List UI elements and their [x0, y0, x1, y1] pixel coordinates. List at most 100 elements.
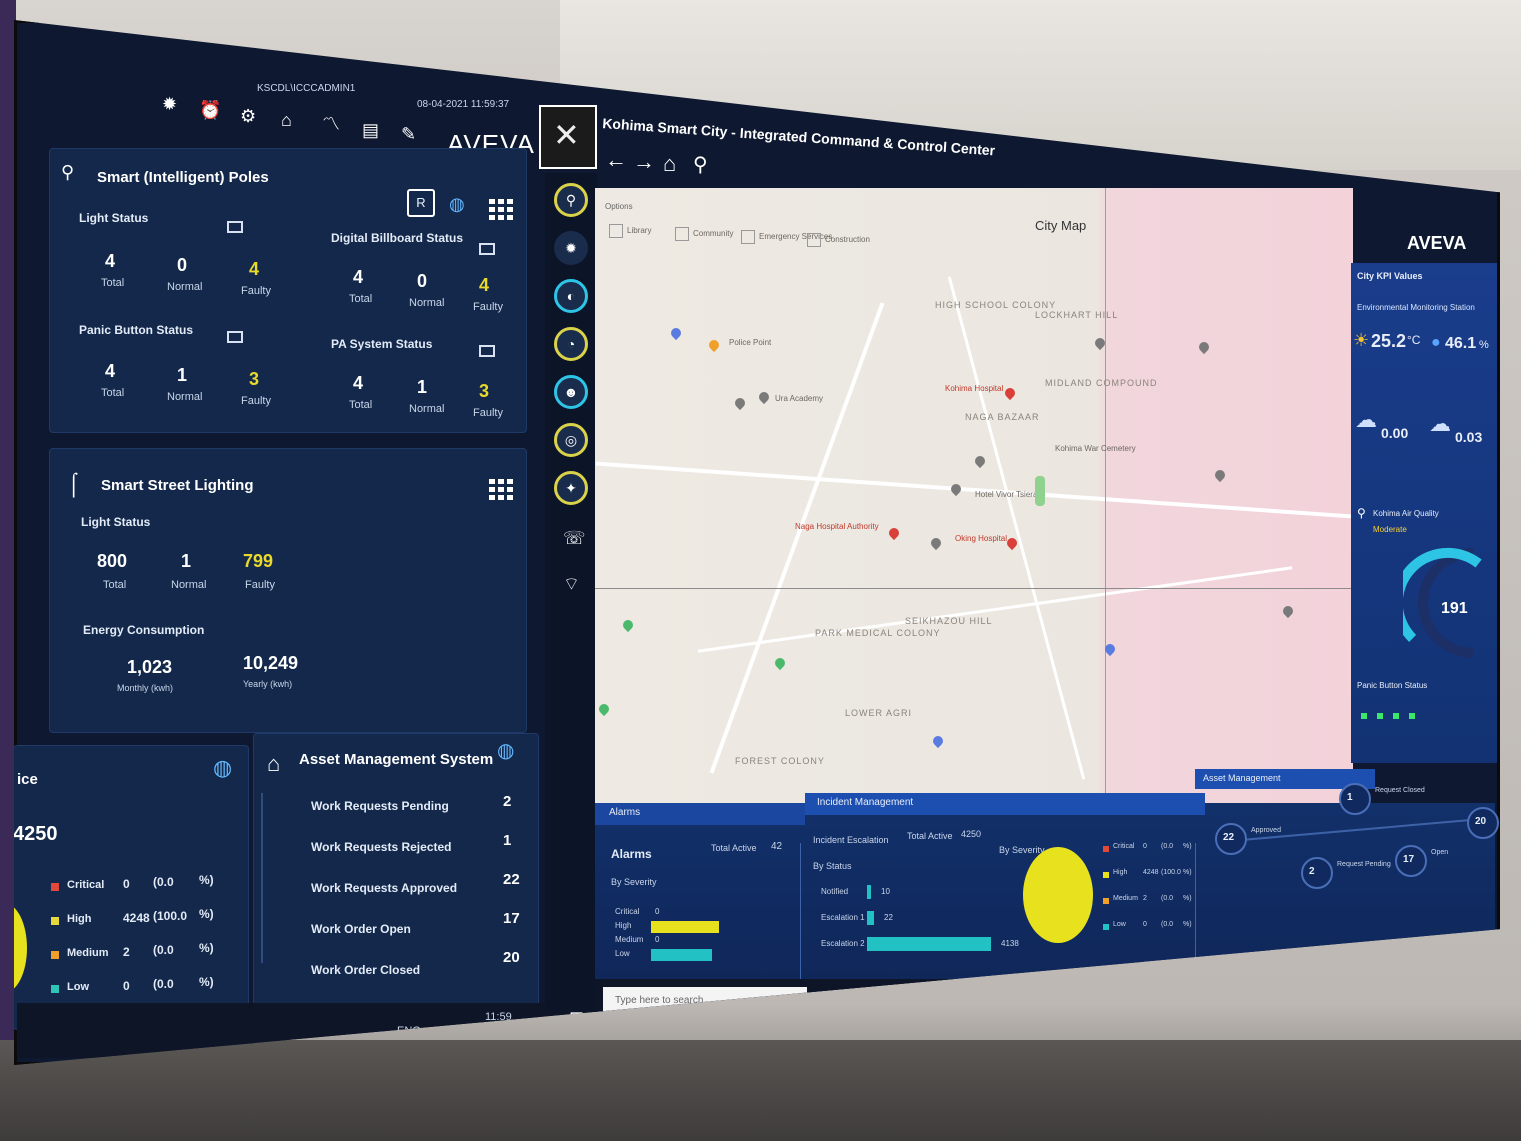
alarm-bar: [651, 921, 719, 933]
forward-icon[interactable]: →: [633, 151, 655, 173]
filter-checkbox[interactable]: [807, 233, 821, 247]
location-icon: ⚲: [1357, 506, 1366, 520]
table-icon[interactable]: [479, 345, 495, 357]
mail-icon[interactable]: ✉: [955, 989, 968, 1005]
map-pin[interactable]: [886, 525, 902, 541]
wind-icon: ☁: [1429, 411, 1451, 436]
map-pin[interactable]: [732, 395, 748, 411]
legend-unit: %): [199, 975, 214, 989]
nav-waste-button[interactable]: ◔: [554, 327, 588, 361]
home-icon[interactable]: ⌂: [663, 153, 676, 175]
nav-poles-button[interactable]: ⚲: [554, 183, 588, 217]
panic-indicators: [1361, 713, 1421, 719]
wifi-icon[interactable]: ⌔: [563, 575, 580, 593]
location-icon[interactable]: ⚲: [693, 155, 708, 175]
nav-lighting-button[interactable]: ✹: [554, 231, 588, 265]
panic-total: 4: [105, 361, 116, 381]
flow-node[interactable]: [1339, 783, 1371, 815]
filter-label[interactable]: Construction: [825, 235, 870, 244]
filter-label[interactable]: Emergency Services: [759, 232, 832, 241]
table-icon[interactable]: [479, 243, 495, 255]
map-pin[interactable]: [756, 389, 772, 405]
settings-icon[interactable]: ⚙: [240, 107, 256, 125]
map-pin[interactable]: [1196, 339, 1212, 355]
alarm-icon[interactable]: ⏰: [199, 101, 221, 119]
filter-label[interactable]: Library: [627, 226, 651, 235]
legend-value: 2: [1143, 895, 1147, 902]
map-pin[interactable]: [620, 617, 636, 633]
app-icon[interactable]: ▤: [981, 987, 996, 1003]
street-faulty: 799: [243, 551, 274, 571]
windows-icon[interactable]: ▦: [851, 993, 864, 1007]
edge-icon[interactable]: ◉: [877, 991, 891, 1007]
map-pin[interactable]: [1280, 603, 1296, 619]
app-icon[interactable]: ▥: [1005, 983, 1022, 1001]
notification-icon[interactable]: ▭: [527, 1013, 540, 1027]
alarm-row-label: Low: [615, 949, 630, 958]
legend-unit: %): [199, 941, 214, 955]
status-row-label: Escalation 1: [821, 913, 865, 922]
folder-icon[interactable]: ▬: [903, 991, 919, 1007]
report-icon[interactable]: ▤: [362, 121, 379, 139]
map-pin[interactable]: [706, 337, 722, 353]
filter-checkbox[interactable]: [675, 227, 689, 241]
map-pin[interactable]: [596, 701, 612, 717]
flow-node[interactable]: [1301, 857, 1333, 889]
map-pin[interactable]: [772, 655, 788, 671]
grid-menu-icon[interactable]: [489, 479, 513, 501]
grid-menu-icon[interactable]: [489, 199, 513, 221]
city-map[interactable]: City Map Options Library Community Emergen…: [595, 188, 1353, 808]
alarms-total-label: Total Active: [711, 843, 757, 853]
divider: [800, 843, 801, 993]
map-pin[interactable]: [1002, 385, 1018, 401]
filter-checkbox[interactable]: [609, 224, 623, 238]
asset-icon[interactable]: ⌂: [281, 111, 292, 129]
alarms-by-severity: By Severity: [611, 877, 657, 887]
cloud-icon: ☁: [1355, 407, 1377, 432]
map-area-label: MIDLAND COMPOUND: [1045, 378, 1158, 388]
edit-icon[interactable]: ✎: [401, 125, 416, 143]
light-icon[interactable]: ✹: [162, 95, 177, 113]
map-pin[interactable]: [948, 481, 964, 497]
flow-node-value: 1: [1347, 792, 1353, 803]
park-area: [1035, 476, 1045, 506]
rain-value: 0.00: [1381, 425, 1409, 441]
legend-value: 0: [1143, 921, 1147, 928]
normal-label: Normal: [409, 297, 445, 309]
phone-icon[interactable]: ☏: [563, 529, 586, 547]
back-icon[interactable]: ←: [605, 149, 627, 171]
table-icon[interactable]: [227, 331, 243, 343]
legend-label: High: [67, 913, 92, 925]
status-row-label: Notified: [821, 887, 849, 896]
trend-icon[interactable]: 〽: [322, 115, 340, 133]
map-place-label: Ura Academy: [775, 394, 824, 403]
start-icon[interactable]: ⊞: [569, 1009, 584, 1027]
globe-icon[interactable]: ◍: [449, 195, 465, 213]
map-pin[interactable]: [668, 325, 684, 341]
task-view-icon[interactable]: ◯: [823, 993, 839, 1007]
nav-traffic-button[interactable]: ✦: [554, 471, 588, 505]
nav-water-button[interactable]: ◐: [554, 279, 588, 313]
map-pin[interactable]: [1212, 467, 1228, 483]
report-button[interactable]: R: [407, 189, 435, 217]
divider: [1195, 843, 1196, 963]
total-label: Total: [101, 387, 125, 399]
legend-swatch: [1103, 872, 1109, 878]
store-icon[interactable]: ▣: [929, 989, 944, 1005]
map-pin[interactable]: [930, 733, 946, 749]
nav-citizen-button[interactable]: ☻: [554, 375, 588, 409]
globe-icon[interactable]: ◍: [213, 757, 232, 779]
map-pin[interactable]: [928, 535, 944, 551]
legend-unit: %): [1183, 869, 1192, 876]
filter-label[interactable]: Community: [693, 229, 733, 238]
asset-row-label: Work Requests Rejected: [311, 840, 452, 854]
pole-icon: ⚲: [61, 162, 75, 182]
nav-env-button[interactable]: ◎: [554, 423, 588, 457]
filter-checkbox[interactable]: [741, 230, 755, 244]
map-pin[interactable]: [972, 453, 988, 469]
table-icon[interactable]: [227, 221, 243, 233]
legend-value: 4248: [1143, 869, 1159, 876]
globe-icon[interactable]: ◍: [497, 741, 514, 761]
asset-row-value: 17: [503, 910, 520, 927]
aqi-status: Moderate: [1373, 525, 1407, 534]
